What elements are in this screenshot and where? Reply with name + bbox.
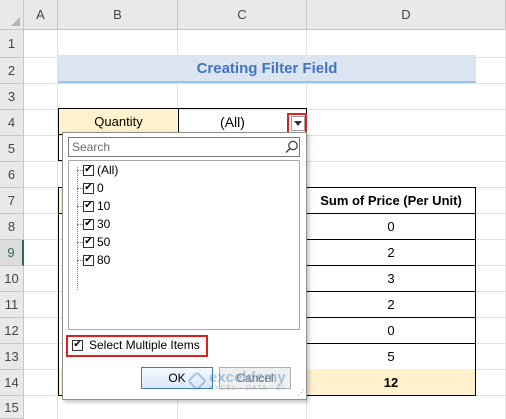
- checkbox-checked-icon[interactable]: ✔: [72, 339, 83, 351]
- value-cell[interactable]: 0: [306, 317, 476, 344]
- checkbox-checked-icon[interactable]: ✔: [83, 236, 94, 248]
- checkbox-checked-icon[interactable]: ✔: [83, 254, 94, 266]
- column-header-a[interactable]: A: [24, 0, 58, 30]
- filter-item[interactable]: ✔ 0: [83, 180, 104, 196]
- filter-item-label: 50: [97, 235, 111, 249]
- search-icon: [285, 140, 298, 154]
- select-all-corner[interactable]: [0, 0, 24, 30]
- tree-connector: [77, 167, 78, 290]
- column-header-b[interactable]: B: [58, 0, 178, 30]
- filter-field-label[interactable]: Quantity: [58, 108, 179, 135]
- filter-item-label: 0: [97, 181, 104, 195]
- watermark: exceldemy EXCEL · DATA · BI: [187, 369, 286, 392]
- value-cell[interactable]: 3: [306, 265, 476, 292]
- watermark-tagline: EXCEL · DATA · BI: [209, 385, 285, 392]
- watermark-name: exceldemy: [209, 369, 286, 386]
- filter-item[interactable]: ✔ 30: [83, 216, 110, 232]
- filter-item-label: 10: [97, 199, 111, 213]
- filter-item-all[interactable]: ✔ (All): [83, 162, 118, 178]
- row-header[interactable]: 13: [0, 344, 24, 370]
- row-header[interactable]: 2: [0, 58, 24, 84]
- sheet-title: Creating Filter Field: [58, 55, 476, 83]
- filter-item-label: (All): [97, 163, 119, 177]
- select-multiple-items-option[interactable]: ✔ Select Multiple Items: [68, 335, 206, 355]
- value-cell[interactable]: 0: [306, 213, 476, 240]
- row-header[interactable]: 7: [0, 188, 24, 214]
- column-header-c[interactable]: C: [178, 0, 307, 30]
- filter-item[interactable]: ✔ 10: [83, 198, 110, 214]
- row-header[interactable]: 14: [0, 370, 24, 396]
- value-column-header[interactable]: Sum of Price (Per Unit): [306, 187, 476, 214]
- filter-dropdown-panel: Search ✔ (All) ✔ 0 ✔ 10 ✔ 30 ✔ 50 ✔ 80 ✔…: [62, 132, 307, 400]
- checkbox-checked-icon[interactable]: ✔: [83, 200, 94, 212]
- select-multiple-label: Select Multiple Items: [89, 338, 200, 352]
- exceldemy-logo-icon: [187, 371, 207, 391]
- checkbox-checked-icon[interactable]: ✔: [83, 218, 94, 230]
- filter-value-text: (All): [220, 113, 245, 130]
- filter-item[interactable]: ✔ 80: [83, 252, 110, 268]
- row-header[interactable]: 8: [0, 214, 24, 240]
- checkbox-checked-icon[interactable]: ✔: [83, 164, 94, 176]
- chevron-down-icon: [294, 121, 302, 126]
- checkbox-checked-icon[interactable]: ✔: [83, 182, 94, 194]
- row-header[interactable]: 3: [0, 84, 24, 110]
- value-cell[interactable]: 2: [306, 239, 476, 266]
- row-header[interactable]: 4: [0, 110, 24, 136]
- filter-item[interactable]: ✔ 50: [83, 234, 110, 250]
- corner-triangle-icon: [11, 17, 20, 26]
- row-header[interactable]: 10: [0, 266, 24, 292]
- search-input[interactable]: Search: [68, 137, 300, 157]
- row-header[interactable]: 1: [0, 30, 24, 58]
- row-header[interactable]: 15: [0, 396, 24, 419]
- row-header-selected[interactable]: 9: [0, 240, 24, 266]
- row-header[interactable]: 6: [0, 162, 24, 188]
- row-header[interactable]: 11: [0, 292, 24, 318]
- row-header[interactable]: 5: [0, 136, 24, 162]
- resize-grip-icon[interactable]: ⋰: [297, 388, 305, 397]
- value-cell[interactable]: 5: [306, 343, 476, 370]
- column-header-d[interactable]: D: [307, 0, 506, 30]
- grand-total-value[interactable]: 12: [306, 369, 476, 396]
- value-cell[interactable]: 2: [306, 291, 476, 318]
- filter-dropdown-button[interactable]: [291, 116, 305, 131]
- filter-items-list[interactable]: ✔ (All) ✔ 0 ✔ 10 ✔ 30 ✔ 50 ✔ 80: [68, 160, 300, 330]
- filter-item-label: 30: [97, 217, 111, 231]
- row-header[interactable]: 12: [0, 318, 24, 344]
- gridline: [24, 83, 506, 84]
- filter-item-label: 80: [97, 253, 111, 267]
